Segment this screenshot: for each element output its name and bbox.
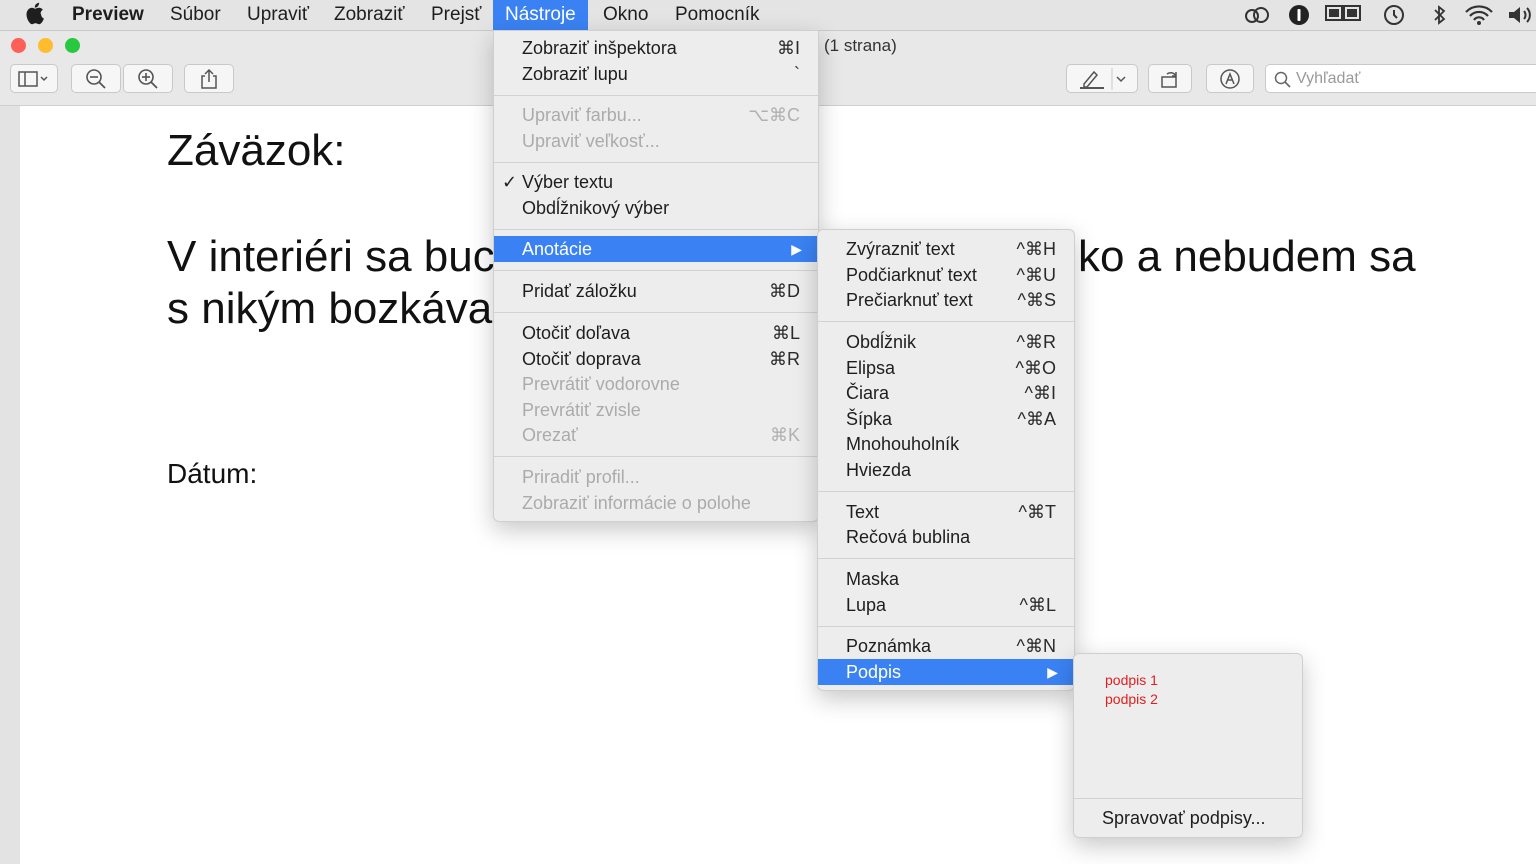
menu-item-show-magnifier[interactable]: Zobraziť lupu ` (494, 61, 818, 87)
highlight-button[interactable] (1066, 64, 1138, 93)
share-icon (201, 68, 217, 89)
submenu-arrow-icon: ▶ (791, 241, 802, 257)
checkmark-icon: ✓ (502, 172, 518, 192)
menu-item-adjust-color: Upraviť farbu... ⌥⌘C (522, 105, 800, 125)
menu-bar: Preview Súbor Upraviť Zobraziť Prejsť Ná… (0, 0, 1536, 31)
signature-item[interactable]: podpis 2 (1105, 691, 1158, 707)
menu-app-preview[interactable]: Preview (72, 0, 144, 30)
bluetooth-icon[interactable] (1428, 4, 1456, 26)
search-field[interactable]: Vyhľadať (1265, 64, 1536, 93)
date-label: Dátum: (167, 458, 258, 489)
tools-menu: Zobraziť inšpektora ⌘I Zobraziť lupu ` Upr… (493, 30, 819, 522)
zoom-out-button[interactable] (71, 64, 121, 93)
markup-pen-icon (1220, 68, 1240, 89)
menu-separator (818, 321, 1074, 322)
zoom-in-icon (138, 68, 158, 89)
signature-list: podpis 1 podpis 2 (1074, 668, 1302, 728)
menu-item-note[interactable]: Poznámka ^⌘N (818, 633, 1074, 659)
document-line-1-left: V interiéri sa buc (167, 232, 495, 281)
minimize-button[interactable] (38, 38, 53, 53)
apple-icon[interactable] (26, 1, 46, 31)
menu-file[interactable]: Súbor (170, 0, 221, 30)
zoom-in-button[interactable] (123, 64, 173, 93)
menu-separator (494, 456, 818, 457)
menu-separator (494, 95, 818, 96)
menu-item-manage-signatures[interactable]: Spravovať podpisy... (1074, 805, 1302, 831)
menu-window[interactable]: Okno (603, 0, 648, 30)
menu-item-rotate-left[interactable]: Otočiť doľava ⌘L (494, 320, 818, 346)
menu-tools[interactable]: Nástroje (493, 0, 588, 30)
password-manager-icon[interactable] (1287, 4, 1315, 26)
menu-item-crop: Orezať ⌘K (522, 425, 800, 445)
menu-go[interactable]: Prejsť (431, 0, 481, 30)
share-button[interactable] (184, 64, 234, 93)
menu-item-show-location: Zobraziť informácie o polohe (522, 493, 751, 513)
menu-view[interactable]: Zobraziť (334, 0, 404, 30)
menu-item-polygon[interactable]: Mnohouholník (818, 431, 1074, 457)
menu-item-arrow[interactable]: Šípka ^⌘A (818, 406, 1074, 432)
menu-item-text-selection[interactable]: ✓ Výber textu (494, 169, 818, 195)
volume-icon[interactable] (1506, 4, 1534, 26)
menu-item-assign-profile: Priradiť profil... (522, 467, 640, 487)
markup-button[interactable] (1206, 64, 1254, 93)
menu-separator (818, 558, 1074, 559)
menu-item-adjust-size: Upraviť veľkosť... (522, 131, 660, 151)
menu-item-show-inspector[interactable]: Zobraziť inšpektora ⌘I (494, 35, 818, 61)
menu-item-rectangle[interactable]: Obdĺžnik ^⌘R (818, 329, 1074, 355)
zoom-out-icon (86, 68, 106, 89)
menu-help[interactable]: Pomocník (675, 0, 759, 30)
menu-item-line[interactable]: Čiara ^⌘I (818, 380, 1074, 406)
menu-separator (494, 162, 818, 163)
menu-item-speech-bubble[interactable]: Rečová bublina (818, 524, 1074, 550)
sidebar-toggle-button[interactable] (10, 64, 58, 93)
menu-item-signature[interactable]: Podpis ▶ (818, 659, 1074, 685)
menu-item-add-bookmark[interactable]: Pridať záložku ⌘D (494, 278, 818, 304)
display-mirroring-icon[interactable] (1325, 4, 1361, 26)
menu-separator (494, 270, 818, 271)
menu-separator (494, 229, 818, 230)
menu-edit[interactable]: Upraviť (247, 0, 309, 30)
menu-separator (1074, 798, 1302, 799)
menu-item-loupe[interactable]: Lupa ^⌘L (818, 592, 1074, 618)
zoom-button[interactable] (65, 38, 80, 53)
menu-item-annotations[interactable]: Anotácie ▶ (494, 236, 818, 262)
document-line-2: s nikým bozkáva (167, 284, 493, 333)
menu-item-strikethrough-text[interactable]: Prečiarknuť text ^⌘S (818, 287, 1074, 313)
time-machine-icon[interactable] (1380, 4, 1408, 26)
menu-separator (818, 491, 1074, 492)
document-heading: Záväzok: (167, 126, 346, 175)
menu-item-star[interactable]: Hviezda (818, 457, 1074, 483)
highlighter-icon (1080, 67, 1126, 90)
submenu-arrow-icon: ▶ (1047, 664, 1058, 680)
sidebar-strip (0, 106, 20, 864)
wifi-icon[interactable] (1464, 4, 1493, 26)
creative-cloud-icon[interactable] (1243, 4, 1271, 26)
search-icon (1274, 71, 1291, 88)
document-page-count: (1 strana) (824, 36, 897, 55)
menu-item-flip-horizontal: Prevrátiť vodorovne (522, 374, 680, 394)
menu-item-ellipse[interactable]: Elipsa ^⌘O (818, 355, 1074, 381)
rotate-icon (1161, 71, 1177, 88)
menu-item-rotate-right[interactable]: Otočiť doprava ⌘R (494, 346, 818, 372)
sidebar-icon (18, 70, 48, 87)
annotations-submenu: Zvýrazniť text ^⌘H Podčiarknuť text ^⌘U Pr… (817, 229, 1075, 691)
menu-item-text[interactable]: Text ^⌘T (818, 499, 1074, 525)
signature-submenu: podpis 1 podpis 2 Spravovať podpisy... (1073, 653, 1303, 838)
document-line-1-right: ko a nebudem sa (1078, 232, 1416, 281)
rotate-button[interactable] (1148, 64, 1192, 93)
signature-item[interactable]: podpis 1 (1105, 672, 1158, 688)
menu-item-rect-selection[interactable]: Obdĺžnikový výber (494, 195, 818, 221)
menu-separator (494, 312, 818, 313)
menu-separator (818, 626, 1074, 627)
menu-item-underline-text[interactable]: Podčiarknuť text ^⌘U (818, 262, 1074, 288)
search-placeholder: Vyhľadať (1296, 70, 1361, 87)
menu-item-flip-vertical: Prevrátiť zvisle (522, 400, 641, 420)
menu-item-highlight-text[interactable]: Zvýrazniť text ^⌘H (818, 236, 1074, 262)
close-button[interactable] (11, 38, 26, 53)
menu-item-mask[interactable]: Maska (818, 566, 1074, 592)
